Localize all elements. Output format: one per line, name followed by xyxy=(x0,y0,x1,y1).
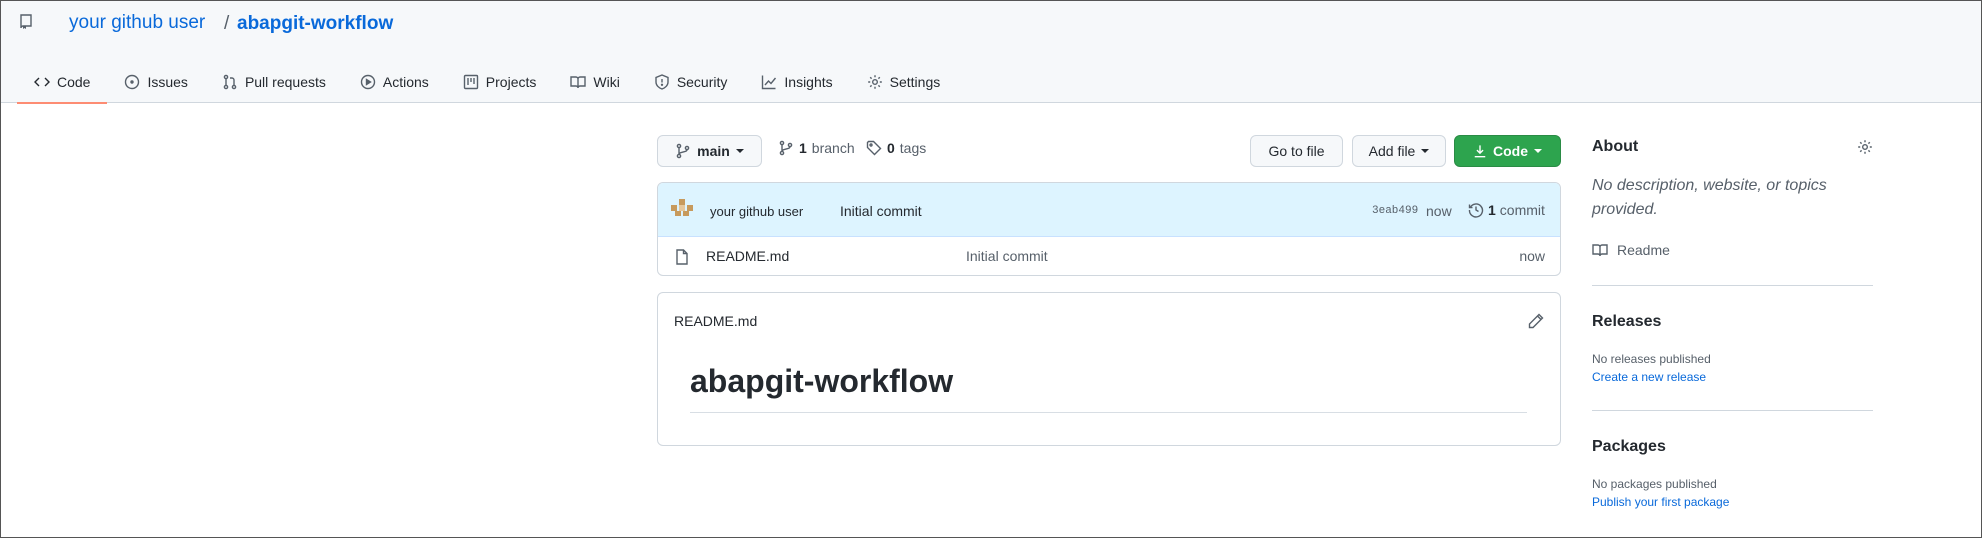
gear-icon[interactable] xyxy=(1857,139,1873,155)
graph-icon xyxy=(762,75,777,90)
file-name-link[interactable]: README.md xyxy=(706,248,789,264)
file-icon xyxy=(676,249,688,265)
tab-label: Code xyxy=(57,74,91,90)
pull-request-icon xyxy=(223,74,237,90)
commit-author[interactable]: your github user xyxy=(710,204,803,219)
issue-icon xyxy=(125,74,140,90)
about-title: About xyxy=(1592,138,1639,155)
commit-history-link[interactable]: 1 commit xyxy=(1468,202,1545,218)
tab-label: Settings xyxy=(889,74,941,90)
play-icon xyxy=(360,74,376,90)
tab-label: Issues xyxy=(147,74,188,90)
tag-icon xyxy=(866,140,882,156)
commit-message[interactable]: Initial commit xyxy=(840,203,922,219)
commit-sha[interactable]: 3eab499 xyxy=(1372,205,1418,217)
readme-link[interactable]: Readme xyxy=(1592,242,1670,258)
pencil-icon[interactable] xyxy=(1528,313,1544,329)
readme-heading: abapgit-workflow xyxy=(690,363,954,399)
publish-package-link[interactable]: Publish your first package xyxy=(1592,495,1729,509)
heading-divider xyxy=(690,412,1527,413)
path-separator: / xyxy=(224,13,230,34)
commit-count-label: commit xyxy=(1499,202,1545,218)
commit-time: now xyxy=(1426,203,1452,219)
add-file-button[interactable]: Add file xyxy=(1352,135,1446,167)
download-icon xyxy=(1474,145,1486,158)
releases-empty-text: No releases published xyxy=(1592,352,1711,366)
divider xyxy=(1592,410,1873,411)
book-icon xyxy=(1592,244,1608,257)
avatar[interactable] xyxy=(671,199,693,217)
tag-count: 0 xyxy=(887,140,895,156)
divider xyxy=(1592,285,1873,286)
tab-code[interactable]: Code xyxy=(17,61,108,104)
history-icon xyxy=(1468,203,1484,218)
about-description: No description, website, or topics xyxy=(1592,177,1827,194)
tags-link[interactable]: 0 tags xyxy=(866,140,926,156)
gear-icon xyxy=(867,75,882,89)
book-icon xyxy=(570,76,587,89)
packages-title[interactable]: Packages xyxy=(1592,438,1666,456)
commit-count: 1 xyxy=(1488,202,1496,218)
tab-label: Projects xyxy=(485,74,537,90)
repo-header: your github user / abapgit-workflow Code… xyxy=(1,1,1981,104)
code-icon xyxy=(34,77,50,87)
file-commit-time: now xyxy=(1519,248,1545,264)
repo-owner-link[interactable]: your github user xyxy=(69,12,205,34)
code-button-label: Code xyxy=(1493,143,1528,159)
branch-name: main xyxy=(697,143,730,159)
file-commit-message[interactable]: Initial commit xyxy=(966,248,1048,264)
tab-wiki[interactable]: Wiki xyxy=(553,61,636,103)
tab-label: Insights xyxy=(784,74,833,90)
file-browser: your github user Initial commit 3eab499 … xyxy=(657,182,1561,276)
add-file-label: Add file xyxy=(1368,143,1416,159)
tab-pull-requests[interactable]: Pull requests xyxy=(205,61,343,103)
branch-select-button[interactable]: main xyxy=(657,135,762,167)
chevron-down-icon xyxy=(735,149,744,153)
tab-label: Wiki xyxy=(593,74,620,90)
latest-commit-bar: your github user Initial commit 3eab499 … xyxy=(658,183,1560,237)
tab-projects[interactable]: Projects xyxy=(446,61,554,103)
about-description-cont: provided. xyxy=(1592,201,1658,218)
tab-issues[interactable]: Issues xyxy=(107,61,204,103)
tab-insights[interactable]: Insights xyxy=(744,61,849,103)
readme-panel: README.md abapgit-workflow xyxy=(657,292,1561,446)
tab-actions[interactable]: Actions xyxy=(343,61,446,103)
shield-icon xyxy=(655,74,669,90)
tab-settings[interactable]: Settings xyxy=(850,61,958,103)
chevron-down-icon xyxy=(1534,149,1542,153)
code-button[interactable]: Code xyxy=(1454,135,1561,167)
repo-icon xyxy=(20,14,32,29)
releases-title[interactable]: Releases xyxy=(1592,313,1661,331)
repo-name-link[interactable]: abapgit-workflow xyxy=(237,13,393,35)
branch-label: branch xyxy=(811,140,855,156)
tag-label: tags xyxy=(899,140,927,156)
branch-icon xyxy=(779,140,793,156)
chevron-down-icon xyxy=(1421,149,1430,153)
tab-label: Pull requests xyxy=(244,74,326,90)
readme-filename: README.md xyxy=(674,313,758,329)
branch-icon xyxy=(676,143,690,159)
readme-link-label: Readme xyxy=(1617,242,1670,258)
branches-link[interactable]: 1 branch xyxy=(778,140,855,156)
go-to-file-button[interactable]: Go to file xyxy=(1250,135,1343,167)
go-to-file-label: Go to file xyxy=(1268,143,1325,159)
packages-empty-text: No packages published xyxy=(1592,477,1717,491)
tab-label: Security xyxy=(676,74,728,90)
project-icon xyxy=(463,74,478,90)
create-release-link[interactable]: Create a new release xyxy=(1592,370,1706,384)
tab-security[interactable]: Security xyxy=(637,61,745,103)
branch-count: 1 xyxy=(799,140,807,156)
tab-label: Actions xyxy=(382,74,429,90)
table-row: README.md Initial commit now xyxy=(658,237,1560,275)
repo-tabs: Code Issues Pull requests Actions Projec… xyxy=(17,61,958,104)
